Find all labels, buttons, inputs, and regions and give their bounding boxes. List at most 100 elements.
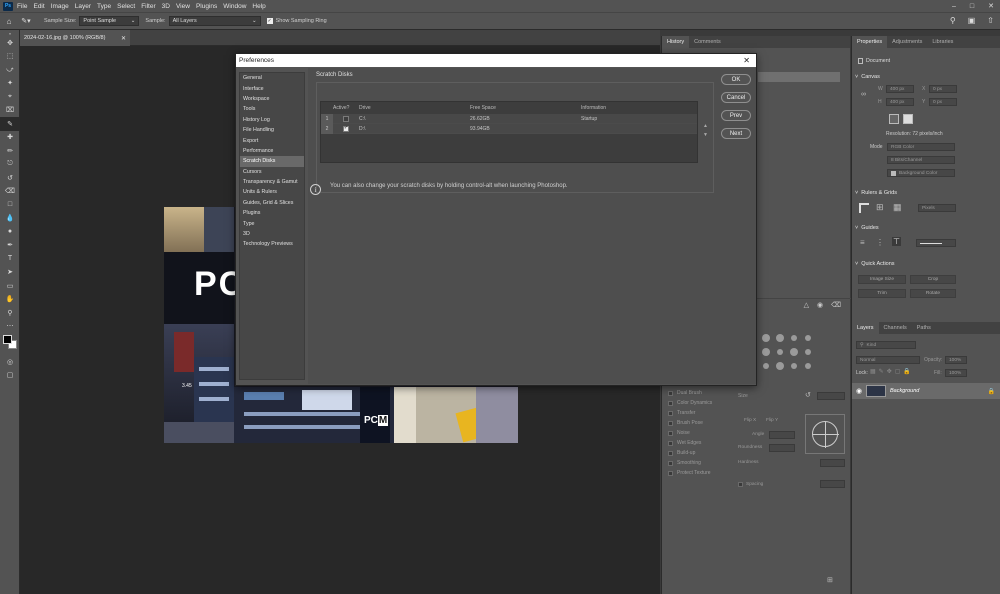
- more-tools-icon[interactable]: ⋯: [0, 320, 20, 334]
- layer-filter-select[interactable]: ⚲ Kind: [856, 341, 916, 349]
- prev-button[interactable]: Prev: [721, 110, 751, 121]
- checkbox[interactable]: [668, 430, 673, 436]
- canvas-section-header[interactable]: ˅ Canvas: [852, 72, 880, 82]
- category-3d[interactable]: 3D: [240, 229, 304, 239]
- move-up-icon[interactable]: ▲: [703, 123, 708, 129]
- width-field[interactable]: 400 px: [886, 85, 914, 93]
- maximize-icon[interactable]: □: [970, 3, 974, 10]
- category-guides-grid-slices[interactable]: Guides, Grid & Slices: [240, 198, 304, 208]
- document-tab[interactable]: 2024-02-16.jpg @ 100% (RGB/8) ✕: [20, 30, 130, 46]
- menu-layer[interactable]: Layer: [75, 3, 91, 10]
- x-field[interactable]: 0 px: [929, 85, 957, 93]
- image-size-button[interactable]: Image Size: [858, 275, 906, 284]
- share-icon[interactable]: ⇧: [987, 16, 994, 25]
- active-checkbox-d[interactable]: ✓: [343, 125, 349, 132]
- grid-icon[interactable]: ⊞: [876, 202, 884, 213]
- brush-item[interactable]: Transfer: [662, 408, 736, 418]
- menu-type[interactable]: Type: [97, 3, 111, 10]
- y-field[interactable]: 0 px: [929, 98, 957, 106]
- zoom-tool-icon[interactable]: ⚲: [0, 306, 20, 320]
- frame-tool-icon[interactable]: ⌧: [0, 104, 20, 118]
- category-workspace[interactable]: Workspace: [240, 94, 304, 104]
- camera-icon[interactable]: ◉: [817, 301, 823, 309]
- close-window-icon[interactable]: ✕: [988, 2, 994, 10]
- menu-help[interactable]: Help: [252, 3, 265, 10]
- category-units-rulers[interactable]: Units & Rulers: [240, 187, 304, 197]
- rulers-section-header[interactable]: ˅ Rulers & Grids: [852, 188, 897, 198]
- category-transparency-gamut[interactable]: Transparency & Gamut: [240, 177, 304, 187]
- guide-align-icon[interactable]: ≡: [860, 238, 865, 247]
- eyedropper-tool-icon[interactable]: ✎: [0, 117, 20, 131]
- close-icon[interactable]: ✕: [121, 35, 126, 42]
- rectangle-tool-icon[interactable]: ▭: [0, 279, 20, 293]
- move-down-icon[interactable]: ▼: [703, 132, 708, 138]
- blend-mode-select[interactable]: Normal: [856, 356, 920, 364]
- reset-size-icon[interactable]: ↺: [805, 391, 811, 399]
- brush-item[interactable]: Wet Edges: [662, 438, 736, 448]
- cancel-button[interactable]: Cancel: [721, 92, 751, 103]
- gradient-tool-icon[interactable]: □: [0, 198, 20, 212]
- table-row[interactable]: 1 C:\ 26.62GB Startup: [321, 113, 697, 124]
- tab-paths[interactable]: Paths: [912, 322, 936, 334]
- tab-comments[interactable]: Comments: [689, 36, 726, 48]
- table-row[interactable]: 2 ✓ D:\ 93.94GB: [321, 123, 697, 134]
- category-history-log[interactable]: History Log: [240, 115, 304, 125]
- checkbox[interactable]: [668, 460, 673, 466]
- tab-libraries[interactable]: Libraries: [927, 36, 958, 48]
- brush-item[interactable]: Build-up: [662, 448, 736, 458]
- lasso-tool-icon[interactable]: ⤻: [0, 63, 20, 77]
- tab-history[interactable]: History: [662, 36, 690, 48]
- active-checkbox-c[interactable]: [343, 115, 349, 122]
- category-cursors[interactable]: Cursors: [240, 167, 304, 177]
- eye-icon[interactable]: ◉: [852, 387, 866, 395]
- blur-tool-icon[interactable]: 💧: [0, 212, 20, 226]
- home-icon[interactable]: ⌂: [0, 17, 18, 26]
- quick-actions-section-header[interactable]: ˅ Quick Actions: [852, 259, 895, 269]
- eyedropper-tool-icon[interactable]: ✎▾: [18, 17, 34, 25]
- menu-image[interactable]: Image: [51, 3, 69, 10]
- hand-tool-icon[interactable]: ✋: [0, 293, 20, 307]
- guide-color-select[interactable]: [916, 239, 956, 247]
- path-select-tool-icon[interactable]: ➤: [0, 266, 20, 280]
- brush-item[interactable]: Dual Brush: [662, 388, 736, 398]
- spacing-field[interactable]: [820, 480, 845, 488]
- category-performance[interactable]: Performance: [240, 146, 304, 156]
- background-fill-select[interactable]: Background Color: [887, 169, 955, 177]
- checkbox[interactable]: [668, 420, 673, 426]
- brush-item[interactable]: Color Dynamics: [662, 398, 736, 408]
- checkbox[interactable]: [668, 390, 673, 396]
- quick-mask-icon[interactable]: ◎: [0, 355, 20, 369]
- crop-button[interactable]: Crop: [910, 275, 956, 284]
- pen-tool-icon[interactable]: ✒: [0, 239, 20, 253]
- dialog-title-bar[interactable]: Preferences: [236, 54, 756, 67]
- menu-3d[interactable]: 3D: [162, 3, 170, 10]
- clone-stamp-tool-icon[interactable]: ⎋: [0, 158, 20, 172]
- mode-select[interactable]: RGB Color: [887, 143, 955, 151]
- marquee-tool-icon[interactable]: ⬚: [0, 50, 20, 64]
- fill-field[interactable]: 100%: [945, 369, 967, 377]
- brush-item[interactable]: Noise: [662, 428, 736, 438]
- tab-channels[interactable]: Channels: [879, 322, 912, 334]
- type-tool-icon[interactable]: T: [0, 252, 20, 266]
- checkbox[interactable]: [668, 450, 673, 456]
- pixel-grid-icon[interactable]: ▦: [893, 202, 902, 213]
- screen-mode-icon[interactable]: ▢: [0, 369, 20, 383]
- brush-item[interactable]: Protect Texture: [662, 468, 736, 478]
- brush-tool-icon[interactable]: ✏: [0, 144, 20, 158]
- size-field[interactable]: [817, 392, 845, 400]
- sample-size-select[interactable]: Point Sample ⌄: [79, 16, 140, 26]
- angle-field[interactable]: [769, 431, 795, 439]
- checkbox[interactable]: [668, 440, 673, 446]
- hardness-field[interactable]: [820, 459, 845, 467]
- category-interface[interactable]: Interface: [240, 83, 304, 93]
- color-swatches-icon[interactable]: [0, 333, 20, 355]
- tab-adjustments[interactable]: Adjustments: [887, 36, 927, 48]
- minimize-icon[interactable]: –: [952, 3, 956, 10]
- rotate-button[interactable]: Rotate: [910, 289, 956, 298]
- dodge-tool-icon[interactable]: ●: [0, 225, 20, 239]
- trim-button[interactable]: Trim: [858, 289, 906, 298]
- eraser-tool-icon[interactable]: ⌫: [0, 185, 20, 199]
- category-technology-previews[interactable]: Technology Previews: [240, 239, 304, 249]
- menu-view[interactable]: View: [176, 3, 190, 10]
- crop-tool-icon[interactable]: ⌖: [0, 90, 20, 104]
